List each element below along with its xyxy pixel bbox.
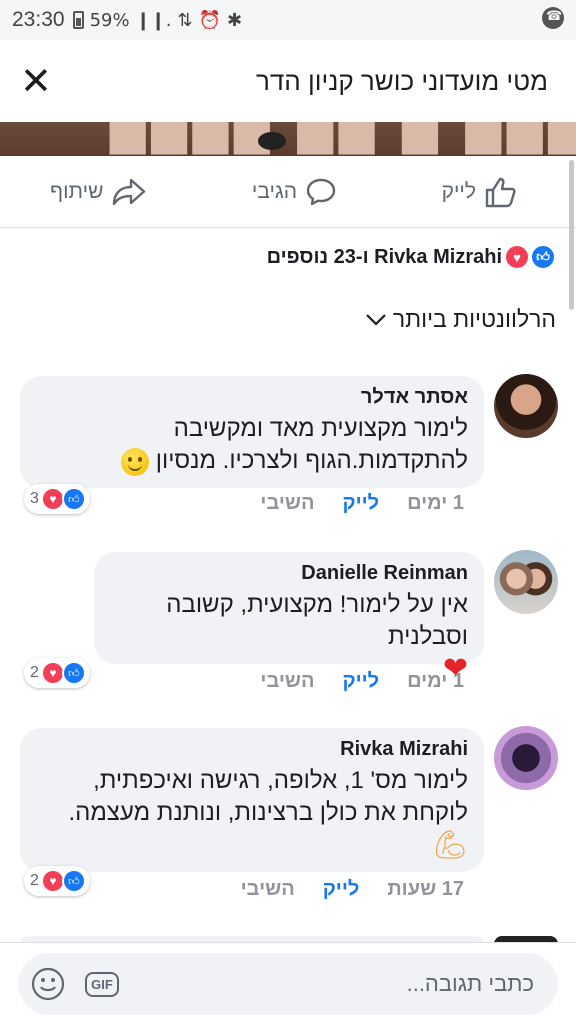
comment-reply-link[interactable]: השיבי [241, 878, 295, 901]
comment-reactions-badge[interactable]: 2 ♥ 👍︎ [24, 658, 90, 688]
reaction-icons: ♥ 👍︎ [504, 244, 556, 270]
comment-time: 1 ימים [407, 492, 464, 514]
comment-text-line: לימור מקצועית מאד ומקשיבה [173, 415, 468, 442]
comment-item: Danielle Reinman אין על לימור! מקצועית, … [0, 548, 576, 698]
reaction-count: 2 [30, 664, 39, 681]
comment-bubble: Danielle Reinman אין על לימור! מקצועית, … [94, 552, 484, 685]
bluetooth-icon: ✱ [226, 9, 243, 31]
comment-button[interactable]: הגיבי [252, 177, 337, 207]
like-label: לייק [441, 179, 476, 203]
emoji-icon[interactable] [30, 966, 66, 1002]
page-title: מטי מועדוני כושר קניון הדר [255, 65, 548, 96]
comment-text-line: לימור מס' 1, אלופה, רגישה ואיכפתית, [93, 767, 468, 794]
comment-text-line: להתקדמות.הגוף ולצרכיו. מנסיון [155, 447, 468, 474]
comment-item: אסתר אדלר לימור מקצועית מאד ומקשיבה להתק… [0, 372, 576, 522]
data-icon: ⇅ [177, 9, 193, 31]
avatar[interactable] [494, 374, 558, 438]
comment-meta: 1 ימים לייק השיבי [260, 492, 464, 515]
comment-reply-link[interactable]: השיבי [260, 492, 314, 515]
comment-time: 17 שעות [387, 878, 464, 900]
thumbs-up-icon [485, 177, 516, 207]
like-button[interactable]: לייק [442, 176, 518, 208]
reply-bar: GIF כתבי תגובה... [0, 942, 576, 1024]
comment-reply-link[interactable]: השיבי [260, 670, 314, 693]
comment-sort-dropdown[interactable]: הרלוונטיות ביותר [365, 306, 556, 333]
comment-item: Rivka Mizrahi לימור מס' 1, אלופה, רגישה … [0, 724, 576, 904]
gif-label: GIF [85, 971, 119, 997]
like-reaction-icon: 👍︎ [61, 487, 86, 511]
comment-author[interactable]: Danielle Reinman [110, 562, 468, 585]
status-icons: 59% ❙❙. ⇅ ⏰ ✱ [72, 9, 243, 31]
comment-like-link[interactable]: לייק [323, 878, 360, 901]
reply-placeholder: כתבי תגובה... [406, 971, 534, 996]
chevron-down-icon [366, 313, 386, 326]
alarm-icon: ⏰ [198, 9, 221, 31]
battery-icon [72, 11, 84, 29]
comment-bubble: אסתר אדלר לימור מקצועית מאד ומקשיבה להתק… [20, 376, 484, 488]
comment-bubble: Rivka Mizrahi לימור מס' 1, אלופה, רגישה … [20, 728, 484, 872]
reply-input[interactable]: GIF כתבי תגובה... [18, 953, 558, 1015]
comment-meta: 1 ימים לייק השיבי [260, 670, 464, 693]
post-header: מטי מועדוני כושר קניון הדר ✕ [0, 40, 576, 122]
love-reaction-icon: ♥ [504, 244, 530, 270]
scrollbar[interactable] [569, 160, 574, 310]
comment-like-link[interactable]: לייק [343, 670, 380, 693]
comment-text-line: אין על לימור! מקצועית, קשובה וסבלנית [166, 591, 468, 650]
comment-meta: 17 שעות לייק השיבי [241, 878, 464, 901]
reaction-count: 2 [30, 872, 39, 889]
comment-like-link[interactable]: לייק [343, 492, 380, 515]
reaction-count: 3 [30, 490, 39, 507]
post-image[interactable]: ████ ██ █ ███ [0, 122, 576, 156]
gif-icon[interactable]: GIF [84, 966, 120, 1002]
sort-label: הרלוונטיות ביותר [392, 306, 556, 332]
comment-author[interactable]: אסתר אדלר [36, 386, 468, 409]
close-icon[interactable]: ✕ [20, 62, 52, 100]
comment-text-line: להתקדמות.הגוף ולצרכיו. מנסיון [36, 445, 468, 477]
post-action-bar: לייק הגיבי שיתוף [0, 156, 576, 228]
comment-text-line: לוקחת את כולן ברצינות, ונותנת מעצמה. [68, 799, 468, 826]
comment-reactions-badge[interactable]: 2 ♥ 👍︎ [24, 866, 90, 896]
flexed-biceps-emoji-icon: 💪︎ [432, 829, 468, 860]
status-bar: 23:30 59% ❙❙. ⇅ ⏰ ✱ [0, 0, 576, 40]
reactions-text: Rivka Mizrahi ו-23 נוספים [266, 245, 502, 268]
battery-percent: 59% [89, 9, 130, 31]
like-reaction-icon: 👍︎ [530, 244, 556, 270]
share-button[interactable]: שיתוף [50, 177, 147, 207]
call-icon [542, 6, 564, 34]
signal-icon: ❙❙. [135, 9, 172, 31]
avatar[interactable] [494, 726, 558, 790]
status-time: 23:30 [12, 8, 65, 31]
share-icon [113, 178, 146, 205]
comment-icon [306, 178, 336, 205]
reactions-summary[interactable]: ♥ 👍︎ Rivka Mizrahi ו-23 נוספים [267, 244, 556, 270]
smiley-emoji-icon [121, 447, 150, 476]
comment-reactions-badge[interactable]: 3 ♥ 👍︎ [24, 484, 90, 514]
comment-author[interactable]: Rivka Mizrahi [36, 738, 468, 761]
like-reaction-icon: 👍︎ [61, 661, 86, 685]
share-label: שיתוף [50, 179, 104, 203]
comment-label: הגיבי [251, 179, 298, 203]
like-reaction-icon: 👍︎ [61, 869, 86, 893]
avatar[interactable] [494, 550, 558, 614]
comment-time: 1 ימים [407, 670, 464, 692]
